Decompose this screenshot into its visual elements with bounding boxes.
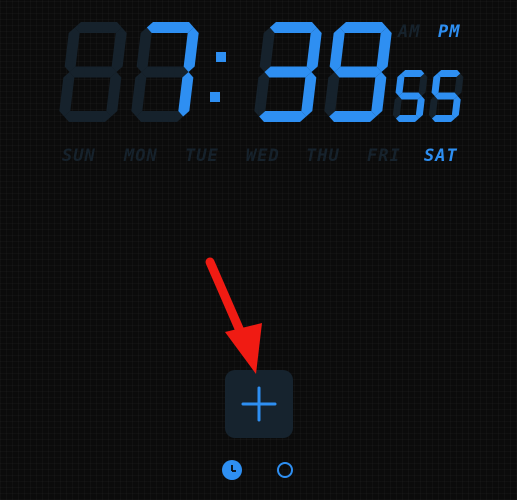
clock-digit-2-seg-c [178,72,194,117]
clock-icon [231,465,236,472]
clock-digit-2-seg-g-off [141,66,189,78]
clock-digit-1-seg-e-off [59,72,75,117]
pm-indicator: PM [438,22,461,42]
clock-digit-2-seg-e-off [131,72,147,117]
pager-dot-clock[interactable] [222,460,242,480]
clock-digit-4-seg-b [376,27,392,72]
seconds-digit-1-seg-d [395,115,419,122]
clock-digit-1-seg-g-off [69,66,117,78]
seconds-digit-1-seg-g [398,92,422,100]
colon-dot-2 [210,92,220,102]
clock-digit-4-seg-e-off [324,72,340,117]
seconds-digit-2-seg-a [437,70,461,77]
weekday-tue: TUE [185,146,219,166]
clock-digit-3-seg-e-off [254,72,270,117]
seconds-digit-1-seg-a [401,70,425,77]
pager-dot-circle[interactable] [277,462,293,478]
clock-digit-3-seg-b [306,27,322,72]
clock-digit-4-seg-d [329,111,377,122]
clock-digit-3-seg-g [264,66,312,78]
colon-dot-1 [216,52,226,62]
clock-digit-3-seg-a [269,22,317,33]
clock-digit-2-seg-d-off [136,111,184,122]
clock-digit-3-seg-f-off [259,27,275,72]
clock-digit-1-seg-c-off [106,72,122,117]
clock-digit-4-seg-f [329,27,345,72]
weekday-wed: WED [246,146,280,166]
clock-digit-3-seg-d [259,111,307,122]
clock-digit-4-seg-c [371,72,387,117]
weekday-sun: SUN [62,146,96,166]
clock-digit-1-seg-a-off [74,22,122,33]
add-button[interactable] [225,370,293,438]
seconds-digit-2-seg-d [431,115,455,122]
clock-digit-2-seg-b [183,27,199,72]
clock-digit-1-seg-b-off [111,27,127,72]
clock-digit-3-seg-c [301,72,317,117]
weekday-mon: MON [124,146,158,166]
weekday-fri: FRI [367,146,401,166]
plus-icon [241,386,277,422]
clock-digit-2-seg-f-off [136,27,152,72]
clock-digit-4-seg-a [339,22,387,33]
clock-digit-1-seg-f-off [64,27,80,72]
weekday-sat: SAT [424,146,458,166]
clock-digit-2-seg-a [146,22,194,33]
clock-digit-1-seg-d-off [64,111,112,122]
am-indicator: AM [398,22,421,42]
weekday-thu: THU [306,146,340,166]
clock-digit-4-seg-g [334,66,382,78]
seconds-digit-2-seg-g [434,92,458,100]
